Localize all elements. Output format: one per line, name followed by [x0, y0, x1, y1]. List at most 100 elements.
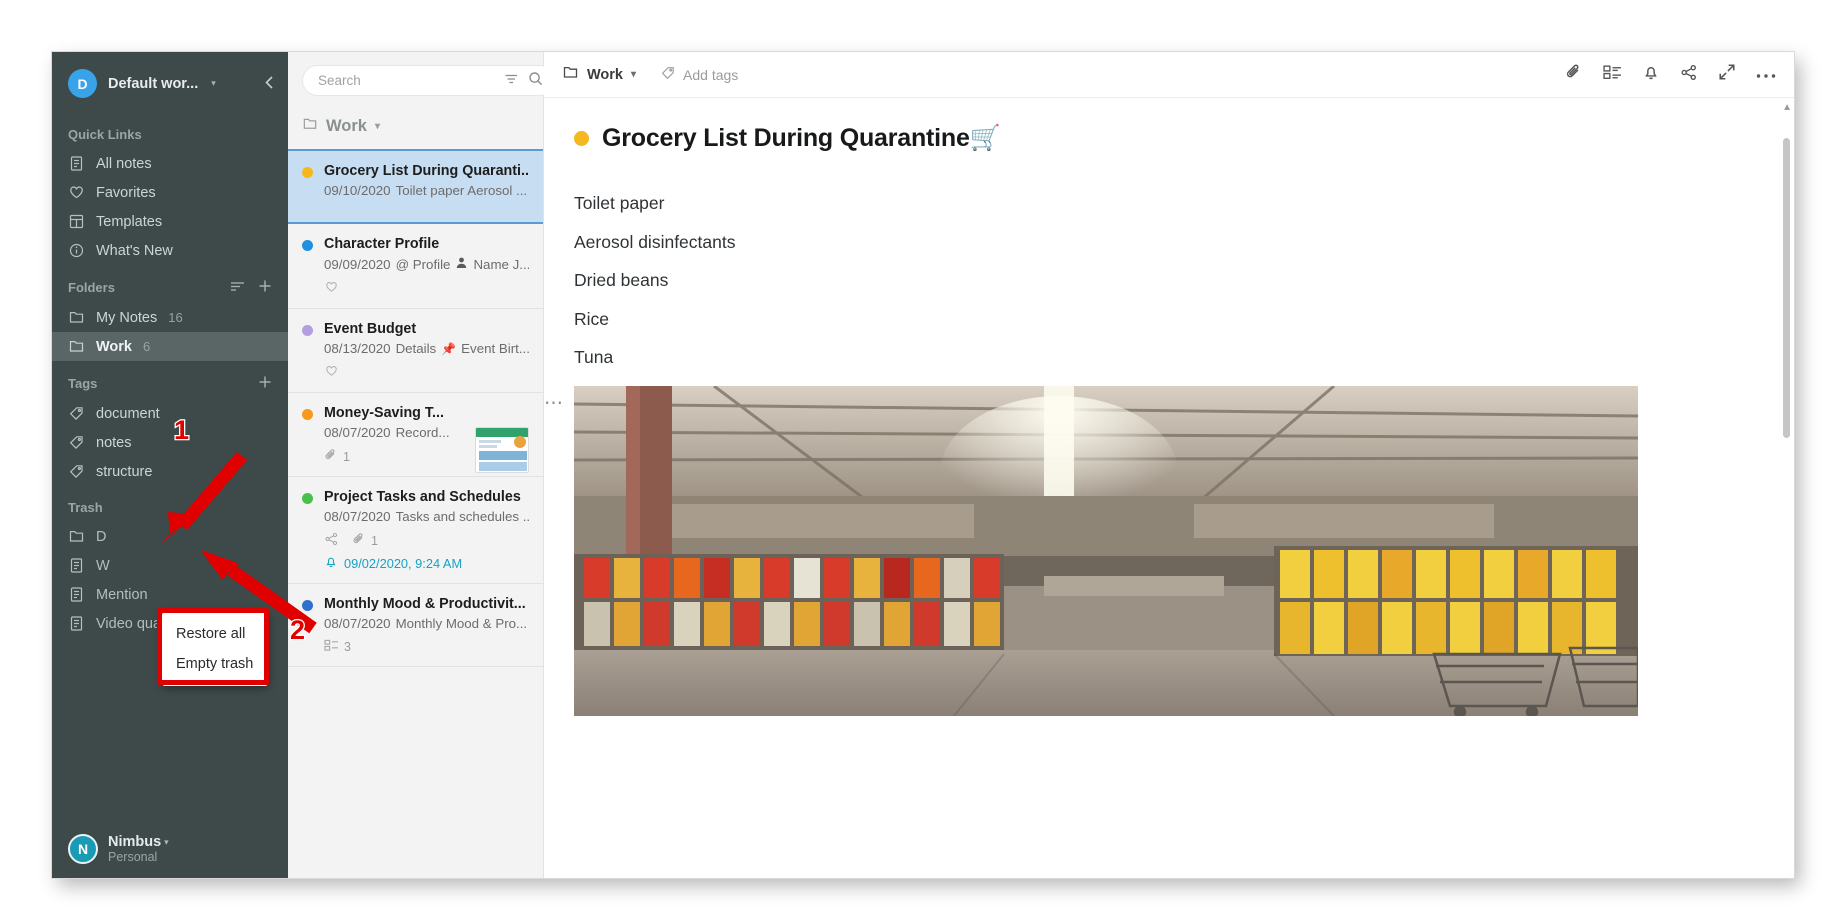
- app-window: D Default wor... ▾ Quick Links All notes…: [52, 52, 1794, 878]
- trash-item-0[interactable]: D: [52, 522, 288, 551]
- widget-count: 3: [344, 640, 351, 654]
- note-title: Event Budget: [324, 321, 417, 337]
- search-box[interactable]: [302, 65, 555, 96]
- block-handle-icon[interactable]: ⋯: [544, 392, 565, 415]
- sidebar-item-tag-notes[interactable]: notes: [52, 428, 288, 457]
- list-item[interactable]: Character Profile 09/09/2020 @ Profile N…: [288, 224, 543, 309]
- avatar: N: [68, 834, 98, 864]
- workspace-switcher[interactable]: D Default wor... ▾: [52, 52, 288, 113]
- note-list-header[interactable]: Work ▾: [288, 107, 543, 149]
- quick-links-label: Quick Links: [68, 127, 142, 142]
- filter-icon[interactable]: [504, 72, 519, 90]
- note-date: 08/13/2020: [324, 341, 391, 356]
- more-icon[interactable]: [1756, 66, 1776, 84]
- note-color-dot: [302, 240, 313, 251]
- doc-line: Toilet paper: [574, 193, 665, 213]
- sidebar-item-label: What's New: [96, 242, 173, 259]
- sidebar-item-label: structure: [96, 463, 153, 480]
- list-item[interactable]: Money-Saving T... 08/07/2020 Record... 1: [288, 393, 543, 477]
- scroll-up-icon[interactable]: ▲: [1782, 102, 1792, 113]
- editor-scrollbar[interactable]: [1783, 138, 1790, 438]
- sidebar-item-all-notes[interactable]: All notes: [52, 149, 288, 178]
- share-icon[interactable]: [1680, 64, 1698, 86]
- reminder-text: 09/02/2020, 9:24 AM: [344, 555, 463, 571]
- add-folder-icon[interactable]: [258, 279, 272, 296]
- chevron-down-icon[interactable]: ▾: [375, 121, 380, 132]
- search-row: +: [288, 52, 596, 107]
- restore-all-menu-item[interactable]: Restore all: [162, 619, 268, 649]
- chevron-down-icon[interactable]: ▾: [211, 78, 216, 89]
- note-title: Character Profile: [324, 236, 440, 252]
- grocery-store-photo: [574, 386, 1638, 716]
- user-plan: Personal: [108, 850, 158, 864]
- note-snippet: Details: [395, 341, 437, 356]
- note-thumbnail: [475, 427, 529, 473]
- list-item[interactable]: Event Budget 08/13/2020 Details 📌 Event …: [288, 309, 543, 393]
- trash-header[interactable]: Trash: [52, 486, 288, 522]
- search-icon[interactable]: [528, 71, 543, 91]
- tag-icon: [68, 463, 85, 480]
- list-item[interactable]: Project Tasks and Schedules 08/07/2020 T…: [288, 477, 543, 584]
- trash-item-1[interactable]: W: [52, 551, 288, 580]
- workspace-avatar: D: [68, 69, 97, 98]
- tags-header: Tags: [52, 361, 288, 399]
- note-list-scroll[interactable]: Grocery List During Quaranti... 09/10/20…: [288, 149, 543, 878]
- attachment-icon[interactable]: [1565, 63, 1583, 86]
- sidebar-item-templates[interactable]: Templates: [52, 207, 288, 236]
- note-snippet: Monthly Mood & Pro...: [395, 616, 528, 631]
- chevron-down-icon[interactable]: ▾: [164, 837, 169, 848]
- note-color-dot: [302, 409, 313, 420]
- sidebar-item-label: All notes: [96, 155, 152, 172]
- grid-icon[interactable]: [1603, 64, 1622, 86]
- tag-icon: [68, 434, 85, 451]
- note-title: Monthly Mood & Productivit...: [324, 596, 526, 612]
- sidebar-item-my-notes[interactable]: My Notes 16: [52, 303, 288, 332]
- search-input[interactable]: [318, 73, 495, 88]
- expand-icon[interactable]: [1718, 63, 1736, 86]
- trash-context-menu[interactable]: Restore all Empty trash: [157, 608, 269, 686]
- chevron-down-icon[interactable]: ▾: [631, 69, 636, 80]
- trash-label: Trash: [68, 500, 103, 515]
- add-tags-label: Add tags: [683, 66, 739, 83]
- breadcrumb-label: Work: [587, 66, 623, 83]
- add-tags-button[interactable]: Add tags: [660, 65, 738, 84]
- note-date: 08/07/2020: [324, 425, 391, 440]
- doc-line: Dried beans: [574, 270, 669, 290]
- bell-icon[interactable]: [1642, 63, 1660, 86]
- heart-icon[interactable]: [324, 280, 339, 297]
- folders-label: Folders: [68, 280, 115, 295]
- note-icon: [68, 155, 85, 172]
- breadcrumb[interactable]: Work ▾: [562, 64, 636, 85]
- editor-panel: Work ▾ Add tags Grocery List During Quar…: [544, 52, 1794, 878]
- trash-item-label: W: [96, 557, 110, 574]
- workspace-name: Default wor...: [108, 75, 199, 92]
- info-icon: [68, 242, 85, 259]
- document-body[interactable]: Toilet paper Aerosol disinfectants Dried…: [544, 153, 1794, 368]
- note-date: 08/07/2020: [324, 509, 391, 524]
- sidebar-item-label: notes: [96, 434, 132, 451]
- trash-item-mention[interactable]: Mention: [52, 580, 288, 609]
- note-title: Project Tasks and Schedules: [324, 489, 521, 505]
- sidebar-item-work[interactable]: Work 6: [52, 332, 288, 361]
- list-item[interactable]: Monthly Mood & Productivit... 08/07/2020…: [288, 584, 543, 667]
- image-block[interactable]: ⋯: [544, 386, 1638, 716]
- bell-icon: [324, 554, 338, 572]
- note-snippet: Record...: [395, 425, 450, 440]
- sidebar-item-tag-structure[interactable]: structure: [52, 457, 288, 486]
- list-item[interactable]: Grocery List During Quaranti... 09/10/20…: [288, 149, 543, 224]
- note-icon: [68, 586, 85, 603]
- heart-icon[interactable]: [324, 364, 339, 381]
- note-snippet: @ Profile: [395, 256, 451, 272]
- sidebar-item-tag-document[interactable]: document: [52, 399, 288, 428]
- user-name: Nimbus: [108, 834, 162, 850]
- editor-tools: [1565, 63, 1776, 86]
- collapse-sidebar-button[interactable]: [263, 74, 276, 94]
- sidebar-item-favorites[interactable]: Favorites: [52, 178, 288, 207]
- sort-folders-icon[interactable]: [230, 280, 245, 295]
- sidebar-item-whats-new[interactable]: What's New: [52, 236, 288, 265]
- user-profile[interactable]: N Nimbus ▾ Personal: [52, 824, 288, 878]
- add-tag-icon[interactable]: [258, 375, 272, 392]
- editor-body[interactable]: Grocery List During Quarantine🛒 Toilet p…: [544, 98, 1794, 878]
- attachment-count: 1: [343, 449, 350, 464]
- empty-trash-menu-item[interactable]: Empty trash: [162, 649, 268, 679]
